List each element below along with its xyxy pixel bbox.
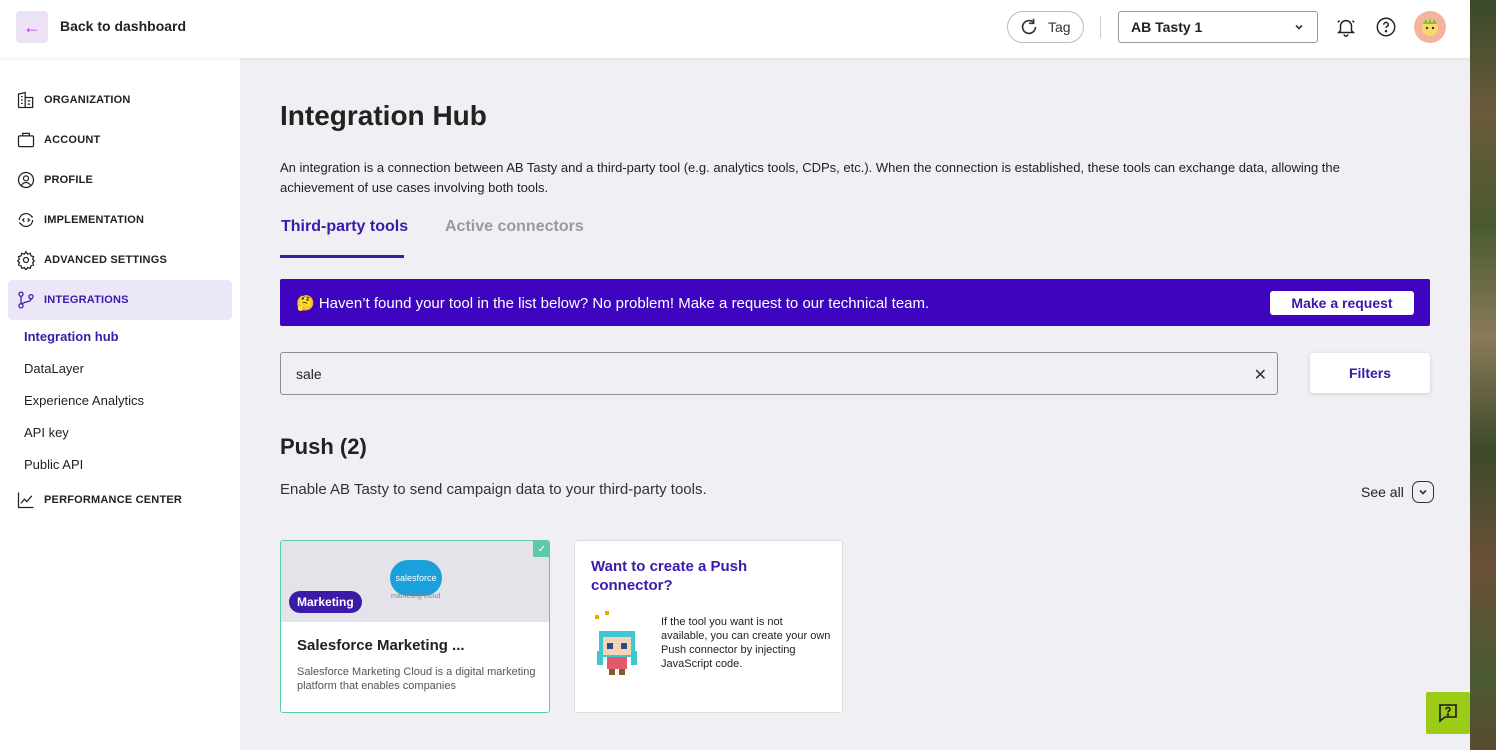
building-icon — [17, 91, 34, 109]
briefcase-icon — [17, 132, 35, 148]
logo-subtext: marketing cloud — [391, 593, 441, 600]
sidebar-item-advanced-settings[interactable]: ADVANCED SETTINGS — [8, 240, 232, 280]
integration-card-salesforce[interactable]: salesforce marketing cloud ✓ Marketing S… — [280, 540, 550, 713]
back-to-dashboard-link[interactable]: Back to dashboard — [60, 18, 186, 34]
chart-line-icon — [17, 492, 34, 509]
tab-active-connectors[interactable]: Active connectors — [445, 218, 584, 236]
sync-code-icon — [18, 212, 34, 228]
section-title: Push (2) — [280, 434, 367, 459]
sidebar-subitem-public-api[interactable]: Public API — [24, 457, 83, 472]
see-all-button[interactable]: See all — [1361, 481, 1434, 503]
top-bar: ← Back to dashboard Tag AB Tasty 1 — [0, 0, 1470, 58]
account-name: AB Tasty 1 — [1131, 19, 1203, 35]
chevron-down-icon — [1411, 481, 1434, 503]
refresh-icon — [1021, 18, 1037, 35]
background-photo-strip — [1470, 0, 1496, 750]
sidebar-item-label: ORGANIZATION — [44, 94, 131, 106]
sidebar-subitem-integration-hub[interactable]: Integration hub — [24, 329, 119, 344]
app-window: ← Back to dashboard Tag AB Tasty 1 ORGAN… — [0, 0, 1470, 750]
chat-question-icon — [1439, 704, 1457, 723]
sidebar-item-account[interactable]: ACCOUNT — [8, 120, 232, 160]
card-description: Salesforce Marketing Cloud is a digital … — [297, 666, 536, 692]
salesforce-logo: salesforce — [390, 560, 442, 596]
sidebar-item-profile[interactable]: PROFILE — [8, 160, 232, 200]
sidebar-item-organization[interactable]: ORGANIZATION — [8, 80, 232, 120]
gear-icon — [16, 250, 36, 270]
sidebar-item-integrations[interactable]: INTEGRATIONS — [8, 280, 232, 320]
notifications-button[interactable] — [1333, 14, 1359, 40]
sidebar-item-label: ACCOUNT — [44, 134, 101, 146]
search-input[interactable] — [296, 365, 1196, 382]
help-chat-button[interactable] — [1426, 692, 1470, 734]
make-request-button[interactable]: Make a request — [1270, 291, 1414, 315]
sidebar-item-label: IMPLEMENTATION — [44, 214, 145, 226]
banner-text: 🤔 Haven’t found your tool in the list be… — [296, 294, 930, 312]
tag-label: Tag — [1048, 19, 1071, 35]
card-title: Salesforce Marketing ... — [297, 637, 465, 654]
sidebar-item-label: PERFORMANCE CENTER — [44, 494, 183, 506]
back-arrow-button[interactable]: ← — [16, 11, 48, 43]
push-card-title: Want to create a Push connector? — [591, 558, 748, 594]
request-banner: 🤔 Haven’t found your tool in the list be… — [280, 279, 1430, 326]
user-avatar[interactable] — [1414, 11, 1446, 43]
sidebar-item-implementation[interactable]: IMPLEMENTATION — [8, 200, 232, 240]
logo-text: salesforce — [395, 573, 437, 583]
filters-button[interactable]: Filters — [1310, 353, 1430, 393]
section-description: Enable AB Tasty to send campaign data to… — [280, 481, 707, 498]
sidebar-subitem-experience-analytics[interactable]: Experience Analytics — [24, 393, 144, 408]
sidebar-item-label: INTEGRATIONS — [44, 294, 129, 306]
divider — [1100, 16, 1101, 38]
help-button[interactable] — [1373, 14, 1399, 40]
push-card-description: If the tool you want is not available, y… — [661, 616, 831, 670]
sidebar-subitem-api-key[interactable]: API key — [24, 425, 69, 440]
tab-third-party-tools[interactable]: Third-party tools — [281, 218, 408, 236]
user-circle-icon — [17, 171, 35, 189]
clear-search-icon[interactable]: ✕ — [1254, 365, 1267, 385]
main-content: Integration Hub An integration is a conn… — [240, 58, 1470, 750]
active-tab-indicator — [280, 255, 404, 258]
bell-icon — [1336, 19, 1356, 37]
sidebar-item-performance-center[interactable]: PERFORMANCE CENTER — [8, 480, 232, 520]
see-all-label: See all — [1361, 484, 1404, 500]
avatar-face-icon — [1422, 18, 1438, 36]
page-description: An integration is a connection between A… — [280, 160, 1340, 195]
category-badge: Marketing — [289, 591, 362, 613]
page-title: Integration Hub — [280, 100, 487, 131]
chevron-down-icon — [1295, 24, 1303, 30]
connected-check-icon: ✓ — [533, 541, 549, 557]
git-branch-icon — [18, 291, 34, 309]
sidebar: ORGANIZATION ACCOUNT PROFILE IMPLEMENTAT… — [0, 58, 240, 750]
card-logo-area: salesforce marketing cloud ✓ Marketing — [281, 541, 549, 622]
search-field[interactable]: ✕ — [280, 352, 1278, 395]
pixel-character-illustration — [595, 611, 637, 675]
question-circle-icon — [1376, 17, 1396, 37]
sidebar-subitem-datalayer[interactable]: DataLayer — [24, 361, 84, 376]
sidebar-item-label: PROFILE — [44, 174, 94, 186]
create-push-connector-card[interactable]: Want to create a Push connector? If the … — [574, 540, 843, 713]
arrow-left-icon: ← — [23, 16, 41, 37]
tag-button[interactable]: Tag — [1007, 11, 1084, 43]
account-select[interactable]: AB Tasty 1 — [1118, 11, 1318, 43]
sidebar-item-label: ADVANCED SETTINGS — [44, 254, 167, 266]
